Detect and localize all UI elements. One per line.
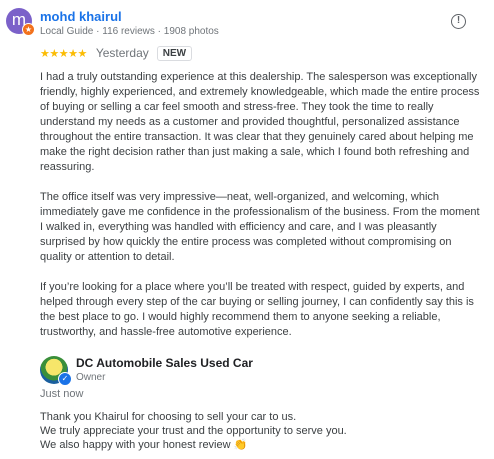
verified-check-icon: ✓ <box>58 372 72 386</box>
review-paragraph: I had a truly outstanding experience at … <box>40 71 480 173</box>
reply-line: Thank you Khairul for choosing to sell y… <box>40 411 297 423</box>
review-card: m ★ mohd khairul Local Guide · 116 revie… <box>0 0 494 459</box>
reply-line: We also happy with your honest review 👏 <box>40 439 248 451</box>
reply-line: We truly appreciate your trust and the o… <box>40 425 347 437</box>
local-guide-badge-icon: ★ <box>22 23 35 36</box>
new-badge: NEW <box>156 45 193 61</box>
star-rating: ★★★★★ <box>40 47 87 60</box>
review-paragraph: The office itself was very impressive—ne… <box>40 191 480 263</box>
owner-name: DC Automobile Sales Used Car <box>76 356 253 370</box>
review-text: I had a truly outstanding experience at … <box>40 70 480 340</box>
owner-reply-text: Thank you Khairul for choosing to sell y… <box>40 410 480 452</box>
owner-role: Owner <box>76 372 106 383</box>
review-time: Yesterday <box>95 46 149 60</box>
author-avatar[interactable]: m ★ <box>6 8 35 36</box>
reply-time: Just now <box>40 388 84 400</box>
author-name[interactable]: mohd khairul <box>40 9 122 24</box>
rating-row: ★★★★★ Yesterday NEW <box>40 44 193 62</box>
author-meta: Local Guide · 116 reviews · 1908 photos <box>40 26 219 37</box>
review-paragraph: If you’re looking for a place where you’… <box>40 281 474 338</box>
report-icon[interactable]: ! <box>451 14 466 29</box>
